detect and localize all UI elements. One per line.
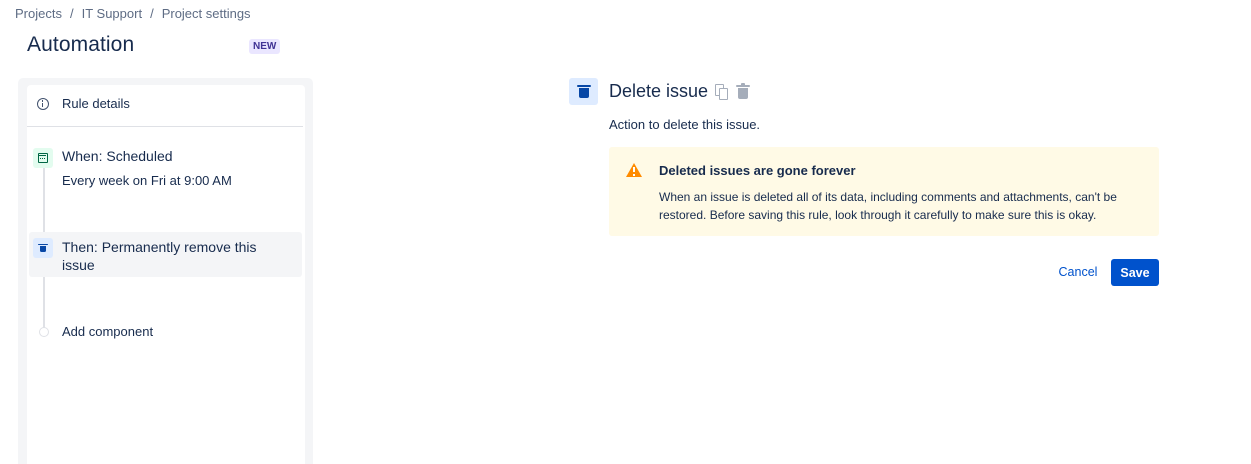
save-button[interactable]: Save — [1111, 259, 1159, 286]
breadcrumb-separator: / — [150, 6, 154, 21]
breadcrumb-separator: / — [69, 6, 74, 21]
timeline-node-icon — [39, 326, 49, 337]
cancel-button[interactable]: Cancel — [1053, 259, 1103, 285]
warning-body: When an issue is deleted all of its data… — [659, 190, 1117, 222]
divider — [27, 126, 303, 127]
breadcrumb-it-support[interactable]: IT Support — [82, 6, 142, 21]
delete-icon[interactable] — [736, 83, 750, 100]
breadcrumb-project-settings[interactable]: Project settings — [162, 6, 251, 21]
add-component-button[interactable]: Add component — [39, 324, 153, 339]
warning-icon-mark — [633, 167, 635, 172]
action-detail-title: Delete issue — [609, 81, 709, 101]
trigger-title: When: Scheduled — [62, 148, 173, 164]
action-description: Action to delete this issue. — [609, 117, 761, 132]
warning-title: Deleted issues are gone forever — [659, 163, 856, 178]
add-component-label: Add component — [62, 324, 154, 339]
breadcrumb-projects[interactable]: Projects — [15, 6, 62, 21]
warning-icon-dot — [633, 173, 635, 176]
rule-details-label: Rule details — [62, 96, 130, 111]
action-title: Then: Permanently remove this issue — [62, 239, 257, 273]
action-component-selected[interactable]: Then: Permanently remove this issue — [29, 232, 302, 277]
copy-icon[interactable] — [715, 84, 729, 100]
warning-message: Deleted issues are gone forever When an … — [609, 147, 1159, 236]
calendar-icon — [33, 148, 53, 168]
info-icon — [37, 97, 49, 110]
trash-icon — [33, 238, 53, 258]
new-badge: NEW — [249, 39, 281, 54]
trigger-subtitle: Every week on Fri at 9:00 AM — [62, 173, 232, 188]
page-title: Automation — [27, 33, 135, 56]
trash-icon — [569, 78, 598, 105]
rule-details-link[interactable]: Rule details — [37, 96, 130, 111]
breadcrumb: Projects / IT Support / Project settings — [15, 6, 251, 21]
